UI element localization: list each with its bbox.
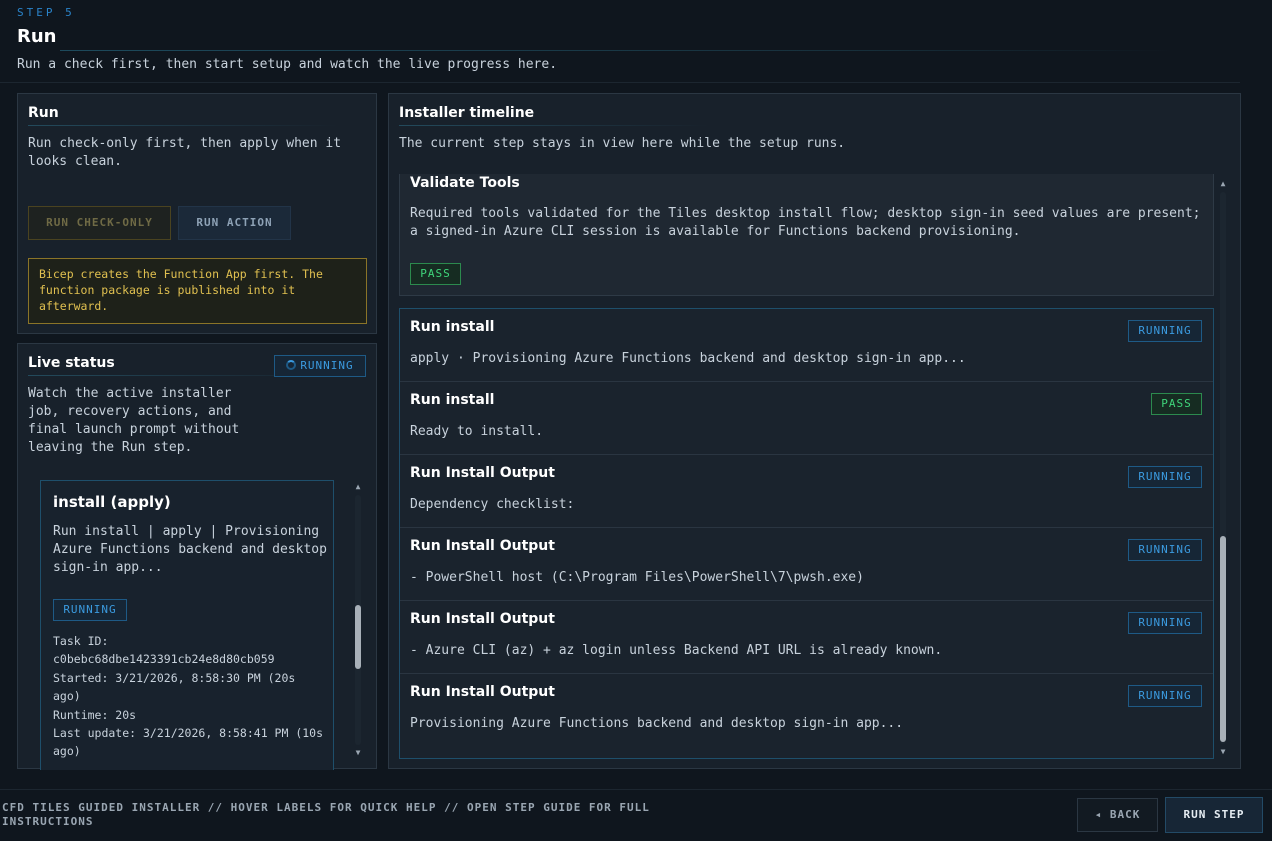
run-check-only-button[interactable]: RUN CHECK-ONLY xyxy=(28,206,171,240)
scroll-up-icon[interactable]: ▲ xyxy=(351,481,365,493)
scroll-thumb[interactable] xyxy=(355,605,361,669)
job-status-badge: RUNNING xyxy=(53,599,127,621)
job-title: install (apply) xyxy=(53,493,171,511)
timeline-row-title: Run Install Output xyxy=(410,611,555,627)
timeline-item-detail: Required tools validated for the Tiles d… xyxy=(410,206,1201,239)
scroll-down-icon[interactable]: ▼ xyxy=(351,747,365,759)
timeline-active-group: Run install apply · Provisioning Azure F… xyxy=(399,308,1214,759)
run-panel-description: Run check-only first, then apply when it… xyxy=(28,136,342,169)
scroll-up-icon[interactable]: ▲ xyxy=(1216,178,1230,190)
title-divider xyxy=(60,50,1175,51)
job-last-update: Last update: 3/21/2026, 8:58:41 PM (10s … xyxy=(53,726,324,759)
scroll-thumb[interactable] xyxy=(1220,536,1226,742)
timeline-row-title: Run install xyxy=(410,319,495,335)
step-eyebrow: STEP 5 xyxy=(17,6,75,19)
job-task-id-label: Task ID: xyxy=(53,634,109,648)
live-status-title: Live status xyxy=(28,355,337,376)
live-status-panel: Live status RUNNING Watch the active ins… xyxy=(17,343,377,770)
back-button[interactable]: ◂ BACK xyxy=(1077,798,1158,832)
timeline-row-status: RUNNING xyxy=(1128,466,1202,488)
timeline-row: Run Install Output Dependency checklist:… xyxy=(400,455,1213,528)
timeline-row-detail: Provisioning Azure Functions backend and… xyxy=(410,716,904,731)
page-subtitle: Run a check first, then start setup and … xyxy=(17,57,558,72)
timeline-item-status: PASS xyxy=(410,263,461,285)
timeline-row-status: RUNNING xyxy=(1128,320,1202,342)
timeline-row: Run install apply · Provisioning Azure F… xyxy=(400,309,1213,382)
job-meta: Task ID: c0bebc68dbe1423391cb24e8d80cb05… xyxy=(53,632,328,761)
timeline-row-title: Run Install Output xyxy=(410,684,555,700)
timeline-row-detail: - PowerShell host (C:\Program Files\Powe… xyxy=(410,570,864,585)
timeline-scrollbar[interactable]: ▲ ▼ xyxy=(1216,178,1230,758)
timeline-panel: Installer timeline The current step stay… xyxy=(388,93,1241,769)
footer-hint: CFD TILES GUIDED INSTALLER // HOVER LABE… xyxy=(2,801,650,828)
run-step-button[interactable]: RUN STEP xyxy=(1165,797,1263,833)
job-description: Run install | apply | Provisioning Azure… xyxy=(53,524,327,575)
live-status-badge-label: RUNNING xyxy=(300,359,354,372)
live-status-badge: RUNNING xyxy=(274,355,366,377)
active-job-card: install (apply) Run install | apply | Pr… xyxy=(40,480,334,770)
timeline-row: Run install Ready to install. PASS xyxy=(400,382,1213,455)
timeline-title: Installer timeline xyxy=(399,105,710,126)
timeline-row-detail: Dependency checklist: xyxy=(410,497,575,512)
job-runtime: Runtime: 20s xyxy=(53,707,137,722)
timeline-row-title: Run Install Output xyxy=(410,465,555,481)
timeline-row-detail: apply · Provisioning Azure Functions bac… xyxy=(410,351,966,366)
footer-divider xyxy=(0,789,1272,790)
page-title: Run xyxy=(17,26,57,47)
timeline-row: Run Install Output - Azure CLI (az) + az… xyxy=(400,601,1213,674)
spinner-icon xyxy=(286,360,297,370)
timeline-row-title: Run install xyxy=(410,392,495,408)
timeline-row: Run Install Output Provisioning Azure Fu… xyxy=(400,674,1213,747)
timeline-row-detail: Ready to install. xyxy=(410,424,544,439)
timeline-row-title: Run Install Output xyxy=(410,538,555,554)
job-task-id: c0bebc68dbe1423391cb24e8d80cb059 xyxy=(53,652,275,667)
header-divider xyxy=(0,82,1240,83)
timeline-row-detail: - Azure CLI (az) + az login unless Backe… xyxy=(410,643,943,658)
job-started: Started: 3/21/2026, 8:58:30 PM (20s ago) xyxy=(53,670,296,704)
timeline-description: The current step stays in view here whil… xyxy=(399,136,846,151)
bicep-notice: Bicep creates the Function App first. Th… xyxy=(28,258,367,324)
live-status-scrollbar[interactable]: ▲ ▼ xyxy=(351,481,365,759)
timeline-item-validate-tools: Validate Tools Required tools validated … xyxy=(399,174,1214,296)
timeline-row-status: RUNNING xyxy=(1128,612,1202,634)
timeline-row: Run Install Output - PowerShell host (C:… xyxy=(400,528,1213,601)
timeline-list: Validate Tools Required tools validated … xyxy=(399,174,1214,759)
live-status-description: Watch the active installer job, recovery… xyxy=(28,386,240,455)
run-panel: Run Run check-only first, then apply whe… xyxy=(17,93,377,334)
scroll-down-icon[interactable]: ▼ xyxy=(1216,746,1230,758)
run-action-button[interactable]: RUN ACTION xyxy=(178,206,291,240)
timeline-row-status: RUNNING xyxy=(1128,685,1202,707)
run-panel-title: Run xyxy=(28,105,336,126)
timeline-row-status: RUNNING xyxy=(1128,539,1202,561)
timeline-item-title: Validate Tools xyxy=(410,175,520,191)
timeline-row-status: PASS xyxy=(1151,393,1202,415)
